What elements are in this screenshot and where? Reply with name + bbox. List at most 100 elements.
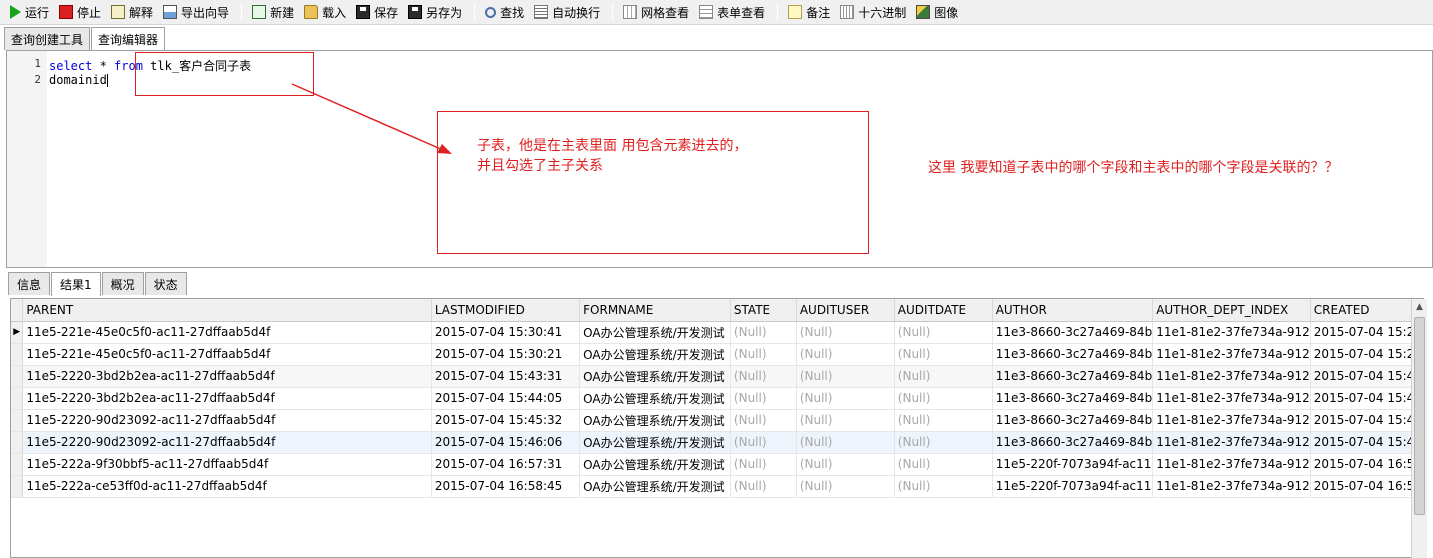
table-cell[interactable]: (Null) xyxy=(894,365,993,388)
table-cell[interactable]: 2015-07-04 15:30:41 xyxy=(431,321,581,344)
table-cell[interactable]: 11e5-222a-ce53ff0d-ac11-27dffaab5d4f xyxy=(22,475,432,498)
row-indicator[interactable] xyxy=(11,409,24,432)
table-cell[interactable]: 11e5-2220-90d23092-ac11-27dffaab5d4f xyxy=(22,431,432,454)
column-header-formname[interactable]: FORMNAME xyxy=(579,299,731,322)
table-cell[interactable]: 11e3-8660-3c27a469-84b xyxy=(992,387,1154,410)
tab-query-builder[interactable]: 查询创建工具 xyxy=(4,27,91,50)
table-cell[interactable]: (Null) xyxy=(730,453,797,476)
table-cell[interactable]: (Null) xyxy=(894,343,993,366)
table-cell[interactable]: (Null) xyxy=(730,409,797,432)
table-row[interactable]: 11e5-2220-90d23092-ac11-27dffaab5d4f 2015… xyxy=(11,409,1423,432)
memo-button[interactable]: 备注 xyxy=(784,1,834,23)
table-cell[interactable]: OA办公管理系统/开发测试 xyxy=(579,321,731,344)
table-cell[interactable]: (Null) xyxy=(894,453,993,476)
row-indicator[interactable] xyxy=(11,453,24,476)
column-header-state[interactable]: STATE xyxy=(730,299,797,322)
table-cell[interactable]: 2015-07-04 15:29 xyxy=(1310,343,1423,366)
table-cell[interactable]: 2015-07-04 15:42 xyxy=(1310,365,1423,388)
image-button[interactable]: 图像 xyxy=(912,1,962,23)
table-cell[interactable]: 11e5-221e-45e0c5f0-ac11-27dffaab5d4f xyxy=(22,343,432,366)
table-cell[interactable]: 11e1-81e2-37fe734a-912 xyxy=(1152,321,1311,344)
table-cell[interactable]: 2015-07-04 16:57:31 xyxy=(431,453,581,476)
hex-button[interactable]: 十六进制 xyxy=(836,1,910,23)
row-indicator[interactable] xyxy=(11,431,24,454)
scroll-up-arrow-icon[interactable]: ▲ xyxy=(1412,299,1427,315)
column-header-author[interactable]: AUTHOR xyxy=(992,299,1154,322)
table-row[interactable]: 11e5-221e-45e0c5f0-ac11-27dffaab5d4f 2015… xyxy=(11,343,1423,366)
table-cell[interactable]: 2015-07-04 15:30:21 xyxy=(431,343,581,366)
table-cell[interactable]: OA办公管理系统/开发测试 xyxy=(579,431,731,454)
table-cell[interactable]: 11e1-81e2-37fe734a-912 xyxy=(1152,475,1311,498)
scrollbar-thumb[interactable] xyxy=(1414,317,1425,515)
column-header-audituser[interactable]: AUDITUSER xyxy=(796,299,895,322)
table-cell[interactable]: 2015-07-04 15:45:32 xyxy=(431,409,581,432)
table-cell[interactable]: (Null) xyxy=(796,387,895,410)
row-indicator[interactable] xyxy=(11,387,24,410)
table-cell[interactable]: (Null) xyxy=(894,475,993,498)
table-cell[interactable]: 2015-07-04 15:43 xyxy=(1310,387,1423,410)
table-cell[interactable]: OA办公管理系统/开发测试 xyxy=(579,453,731,476)
table-cell[interactable]: 11e5-221e-45e0c5f0-ac11-27dffaab5d4f xyxy=(22,321,432,344)
table-cell[interactable]: (Null) xyxy=(796,431,895,454)
grid-view-button[interactable]: 网格查看 xyxy=(619,1,693,23)
table-row[interactable]: 11e5-222a-ce53ff0d-ac11-27dffaab5d4f 2015… xyxy=(11,475,1423,498)
table-cell[interactable]: 11e5-220f-7073a94f-ac11 xyxy=(992,453,1154,476)
table-cell[interactable]: 11e1-81e2-37fe734a-912 xyxy=(1152,409,1311,432)
column-header-parent[interactable]: PARENT xyxy=(22,299,432,322)
table-cell[interactable]: 11e1-81e2-37fe734a-912 xyxy=(1152,431,1311,454)
save-as-button[interactable]: 另存为 xyxy=(404,1,466,23)
form-view-button[interactable]: 表单查看 xyxy=(695,1,769,23)
table-row[interactable]: ▶ 11e5-221e-45e0c5f0-ac11-27dffaab5d4f 201… xyxy=(11,321,1423,344)
table-cell[interactable]: 2015-07-04 16:58:45 xyxy=(431,475,581,498)
table-cell[interactable]: (Null) xyxy=(894,431,993,454)
table-cell[interactable]: (Null) xyxy=(796,453,895,476)
column-header-lastmodified[interactable]: LASTMODIFIED xyxy=(431,299,581,322)
table-cell[interactable]: 2015-07-04 15:43:31 xyxy=(431,365,581,388)
table-row[interactable]: 11e5-2220-3bd2b2ea-ac11-27dffaab5d4f 2015… xyxy=(11,387,1423,410)
table-cell[interactable]: (Null) xyxy=(796,365,895,388)
row-indicator[interactable] xyxy=(11,365,24,388)
tab-status[interactable]: 状态 xyxy=(144,272,187,295)
table-cell[interactable]: 11e5-2220-90d23092-ac11-27dffaab5d4f xyxy=(22,409,432,432)
table-cell[interactable]: 2015-07-04 15:28 xyxy=(1310,321,1423,344)
result-grid[interactable]: PARENT LASTMODIFIED FORMNAME STATE AUDIT… xyxy=(10,298,1424,558)
table-cell[interactable]: 11e3-8660-3c27a469-84b xyxy=(992,343,1154,366)
word-wrap-button[interactable]: 自动换行 xyxy=(530,1,604,23)
table-cell[interactable]: 11e1-81e2-37fe734a-912 xyxy=(1152,387,1311,410)
table-cell[interactable]: (Null) xyxy=(894,409,993,432)
vertical-scrollbar[interactable]: ▲ xyxy=(1411,299,1427,558)
table-row[interactable]: 11e5-222a-9f30bbf5-ac11-27dffaab5d4f 2015… xyxy=(11,453,1423,476)
table-cell[interactable]: OA办公管理系统/开发测试 xyxy=(579,387,731,410)
table-cell[interactable]: 11e3-8660-3c27a469-84b xyxy=(992,409,1154,432)
table-cell[interactable]: (Null) xyxy=(796,321,895,344)
table-cell[interactable]: 2015-07-04 16:57 xyxy=(1310,453,1423,476)
table-cell[interactable]: 11e1-81e2-37fe734a-912 xyxy=(1152,453,1311,476)
table-cell[interactable]: 2015-07-04 15:45 xyxy=(1310,409,1423,432)
table-cell[interactable]: (Null) xyxy=(796,343,895,366)
new-button[interactable]: 新建 xyxy=(248,1,298,23)
table-cell[interactable]: 11e3-8660-3c27a469-84b xyxy=(992,321,1154,344)
table-cell[interactable]: 11e1-81e2-37fe734a-912 xyxy=(1152,343,1311,366)
table-cell[interactable]: 11e3-8660-3c27a469-84b xyxy=(992,431,1154,454)
table-cell[interactable]: 2015-07-04 16:58 xyxy=(1310,475,1423,498)
table-cell[interactable]: 2015-07-04 15:46:06 xyxy=(431,431,581,454)
table-cell[interactable]: (Null) xyxy=(796,475,895,498)
tab-result-1[interactable]: 结果1 xyxy=(51,272,101,296)
table-cell[interactable]: (Null) xyxy=(730,387,797,410)
column-header-auditdate[interactable]: AUDITDATE xyxy=(894,299,993,322)
table-row[interactable]: 11e5-2220-3bd2b2ea-ac11-27dffaab5d4f 2015… xyxy=(11,365,1423,388)
table-cell[interactable]: OA办公管理系统/开发测试 xyxy=(579,365,731,388)
tab-info[interactable]: 信息 xyxy=(8,272,51,295)
table-cell[interactable]: OA办公管理系统/开发测试 xyxy=(579,343,731,366)
table-cell[interactable]: OA办公管理系统/开发测试 xyxy=(579,409,731,432)
find-button[interactable]: 查找 xyxy=(481,1,528,23)
table-cell[interactable]: (Null) xyxy=(894,321,993,344)
table-cell[interactable]: 11e5-222a-9f30bbf5-ac11-27dffaab5d4f xyxy=(22,453,432,476)
export-wizard-button[interactable]: 导出向导 xyxy=(159,1,233,23)
tab-profile[interactable]: 概况 xyxy=(101,272,144,295)
table-cell[interactable]: (Null) xyxy=(730,365,797,388)
row-indicator[interactable] xyxy=(11,343,24,366)
table-cell[interactable]: (Null) xyxy=(730,343,797,366)
save-button[interactable]: 保存 xyxy=(352,1,402,23)
table-cell[interactable]: (Null) xyxy=(796,409,895,432)
